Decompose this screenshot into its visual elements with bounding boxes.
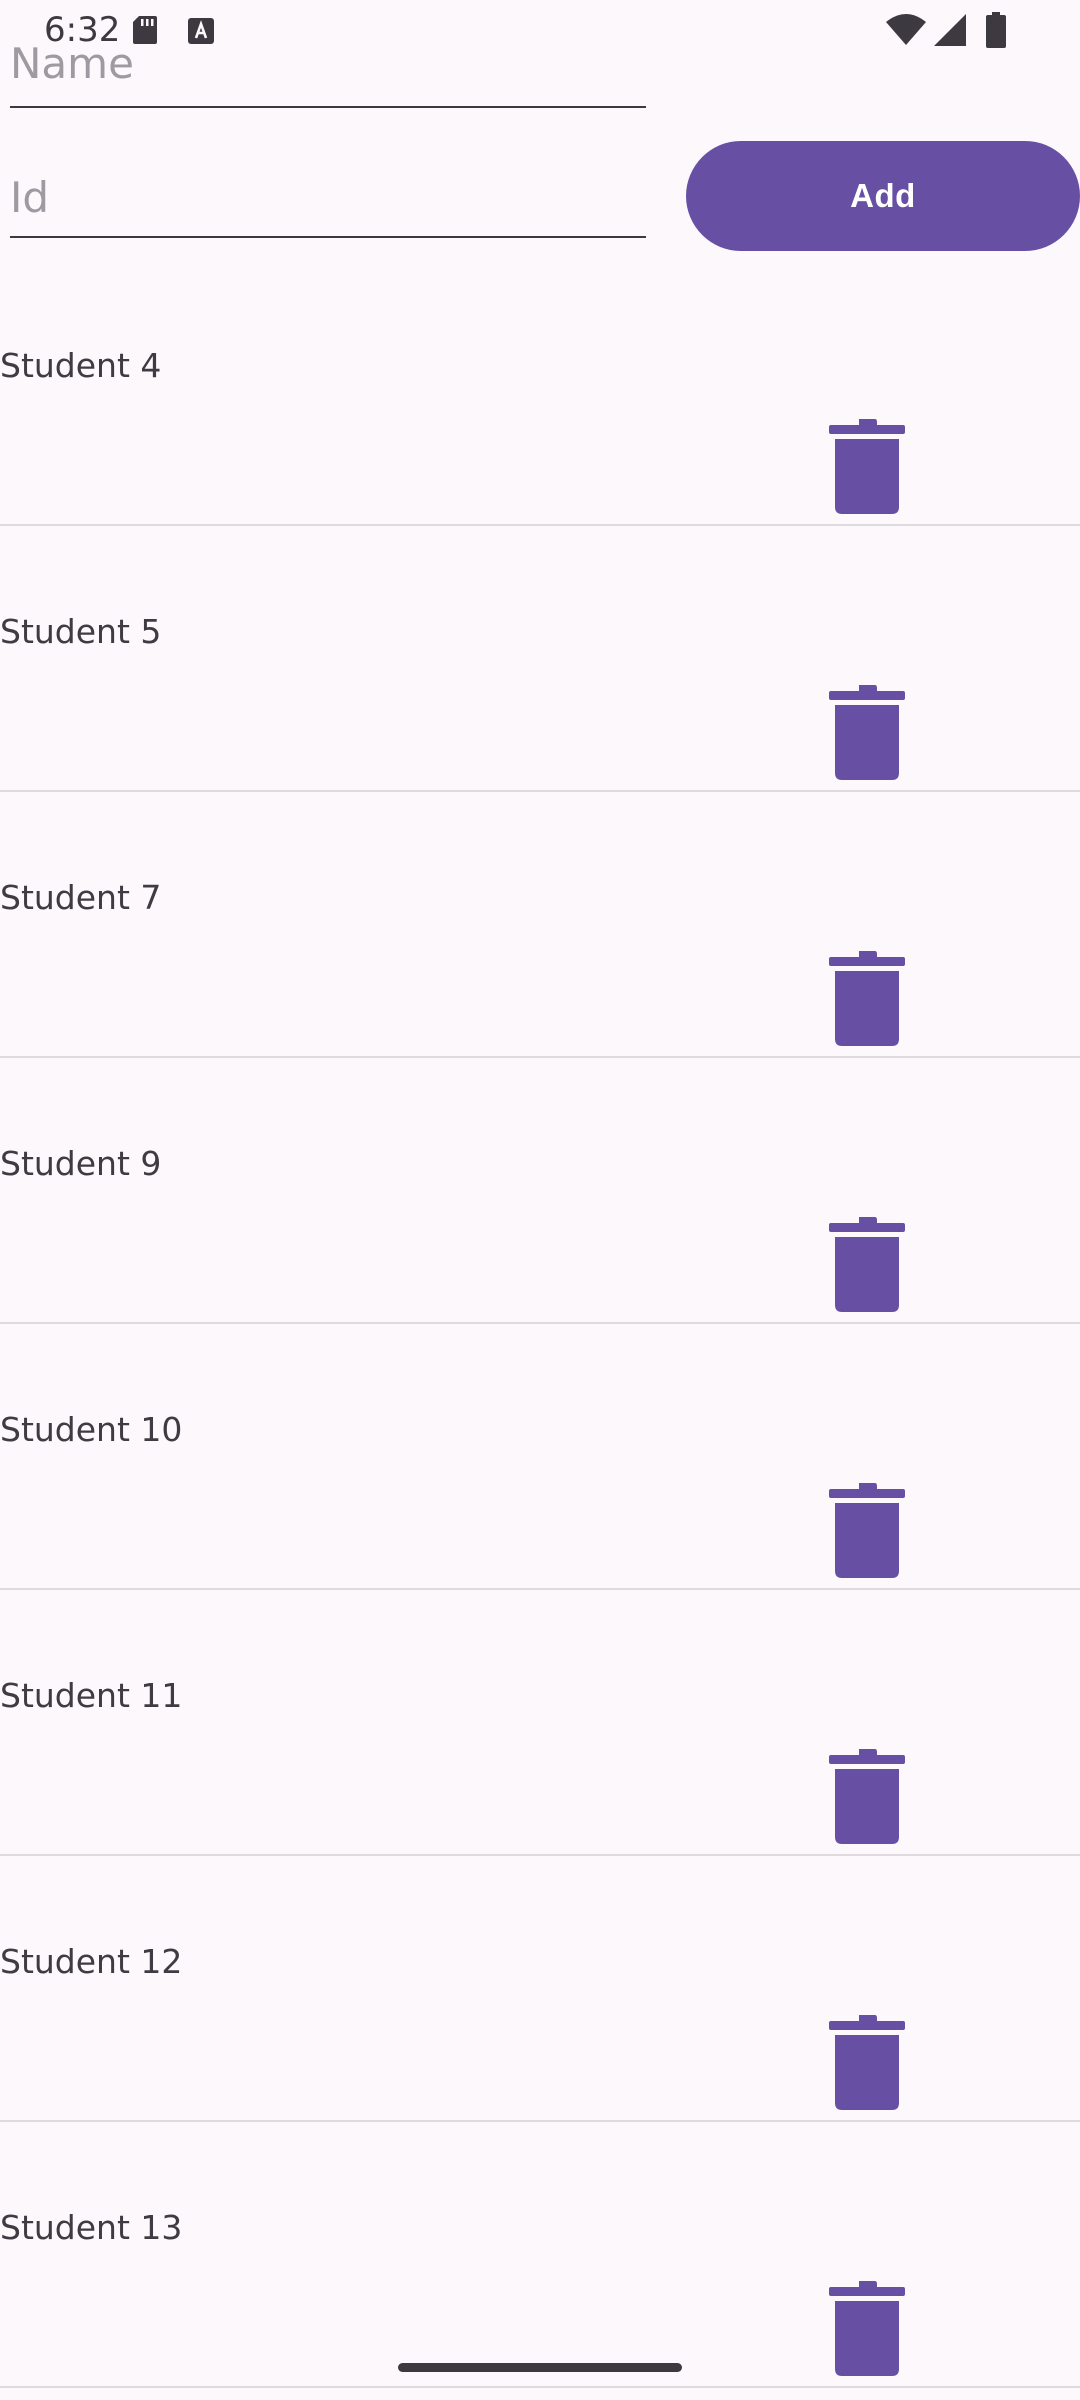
student-name: Student 10 xyxy=(0,1410,183,1449)
list-item: Student 4 xyxy=(0,260,1080,526)
trash-icon xyxy=(829,1483,905,1578)
student-name: Student 13 xyxy=(0,2208,183,2247)
id-input[interactable] xyxy=(10,173,630,222)
student-name: Student 4 xyxy=(0,346,162,385)
student-name: Student 7 xyxy=(0,878,162,917)
trash-icon xyxy=(829,2281,905,2376)
name-field[interactable] xyxy=(10,30,646,108)
student-name: Student 9 xyxy=(0,1144,162,1183)
trash-icon xyxy=(829,2015,905,2110)
name-input[interactable] xyxy=(10,39,630,88)
delete-button[interactable] xyxy=(820,948,914,1048)
trash-icon xyxy=(829,1749,905,1844)
delete-button[interactable] xyxy=(820,2278,914,2378)
list-item: Student 7 xyxy=(0,792,1080,1058)
delete-button[interactable] xyxy=(820,1480,914,1580)
student-name: Student 11 xyxy=(0,1676,183,1715)
id-field[interactable] xyxy=(10,160,646,238)
delete-button[interactable] xyxy=(820,1214,914,1314)
delete-button[interactable] xyxy=(820,416,914,516)
trash-icon xyxy=(829,685,905,780)
list-item: Student 10 xyxy=(0,1324,1080,1590)
student-list: Student 4 Student 5 Student 7 Student 9 Stud… xyxy=(0,260,1080,2388)
list-item: Student 12 xyxy=(0,1856,1080,2122)
list-item: Student 5 xyxy=(0,526,1080,792)
navigation-handle[interactable] xyxy=(398,2363,682,2372)
delete-button[interactable] xyxy=(820,2012,914,2112)
list-item: Student 13 xyxy=(0,2122,1080,2388)
add-button[interactable]: Add xyxy=(686,141,1080,251)
delete-button[interactable] xyxy=(820,1746,914,1846)
list-item: Student 9 xyxy=(0,1058,1080,1324)
trash-icon xyxy=(829,419,905,514)
signal-icon xyxy=(934,14,966,46)
student-name: Student 12 xyxy=(0,1942,183,1981)
battery-icon xyxy=(986,12,1006,48)
student-name: Student 5 xyxy=(0,612,162,651)
trash-icon xyxy=(829,951,905,1046)
list-item: Student 11 xyxy=(0,1590,1080,1856)
wifi-icon xyxy=(886,14,926,46)
trash-icon xyxy=(829,1217,905,1312)
delete-button[interactable] xyxy=(820,682,914,782)
